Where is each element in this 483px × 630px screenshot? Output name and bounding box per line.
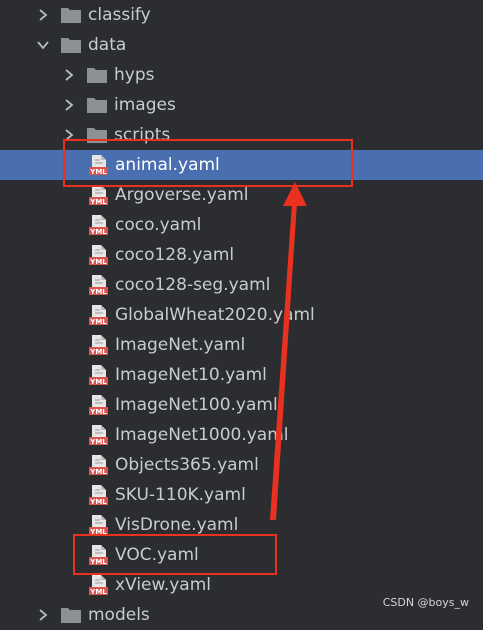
chevron-right-icon[interactable] <box>34 6 52 24</box>
tree-item-label: data <box>88 35 127 55</box>
tree-item-label: ImageNet10.yaml <box>115 365 267 385</box>
tree-item-label: Objects365.yaml <box>115 455 259 475</box>
tree-file-imagenet-yaml[interactable]: YML ImageNet.yaml <box>0 330 483 360</box>
chevron-right-icon[interactable] <box>60 66 78 84</box>
tree-file-imagenet10-yaml[interactable]: YML ImageNet10.yaml <box>0 360 483 390</box>
tree-file-coco-yaml[interactable]: YML coco.yaml <box>0 210 483 240</box>
tree-item-label: SKU-110K.yaml <box>115 485 246 505</box>
tree-item-label: ImageNet100.yaml <box>115 395 278 415</box>
yaml-file-icon: YML <box>88 244 110 266</box>
chevron-right-icon[interactable] <box>34 606 52 624</box>
tree-item-label: images <box>114 95 176 115</box>
yaml-file-icon: YML <box>88 184 110 206</box>
yaml-file-icon: YML <box>88 364 110 386</box>
tree-file-imagenet100-yaml[interactable]: YML ImageNet100.yaml <box>0 390 483 420</box>
tree-item-label: coco128-seg.yaml <box>115 275 271 295</box>
svg-text:YML: YML <box>89 498 107 506</box>
annotation-box-animal <box>63 139 353 187</box>
tree-item-label: ImageNet.yaml <box>115 335 246 355</box>
yaml-file-icon: YML <box>88 454 110 476</box>
yaml-file-icon: YML <box>88 304 110 326</box>
tree-item-label: ImageNet1000.yaml <box>115 425 289 445</box>
svg-text:YML: YML <box>89 348 107 356</box>
folder-icon <box>60 606 82 624</box>
tree-file-globalwheat2020-yaml[interactable]: YML GlobalWheat2020.yaml <box>0 300 483 330</box>
svg-text:YML: YML <box>89 408 107 416</box>
tree-file-imagenet1000-yaml[interactable]: YML ImageNet1000.yaml <box>0 420 483 450</box>
svg-text:YML: YML <box>89 438 107 446</box>
tree-folder-data[interactable]: data <box>0 30 483 60</box>
tree-file-coco128-yaml[interactable]: YML coco128.yaml <box>0 240 483 270</box>
tree-file-coco128-seg-yaml[interactable]: YML coco128-seg.yaml <box>0 270 483 300</box>
watermark: CSDN @boys_w <box>382 596 469 609</box>
svg-text:YML: YML <box>89 228 107 236</box>
tree-folder-images[interactable]: images <box>0 90 483 120</box>
tree-folder-classify[interactable]: classify <box>0 0 483 30</box>
tree-item-label: models <box>88 605 150 625</box>
yaml-file-icon: YML <box>88 484 110 506</box>
svg-text:YML: YML <box>89 258 107 266</box>
yaml-file-icon: YML <box>88 334 110 356</box>
folder-icon <box>86 66 108 84</box>
tree-folder-hyps[interactable]: hyps <box>0 60 483 90</box>
svg-text:YML: YML <box>89 198 107 206</box>
tree-item-label: coco128.yaml <box>115 245 235 265</box>
yaml-file-icon: YML <box>88 214 110 236</box>
svg-text:YML: YML <box>89 288 107 296</box>
yaml-file-icon: YML <box>88 394 110 416</box>
tree-item-label: classify <box>88 5 151 25</box>
folder-icon <box>86 96 108 114</box>
svg-text:YML: YML <box>89 468 107 476</box>
project-tree: classify data hyps images scripts YML animal.y… <box>0 0 483 625</box>
svg-text:YML: YML <box>89 318 107 326</box>
yaml-file-icon: YML <box>88 514 110 536</box>
tree-item-label: coco.yaml <box>115 215 202 235</box>
annotation-box-voc <box>73 534 277 575</box>
chevron-down-icon[interactable] <box>34 36 52 54</box>
yaml-file-icon: YML <box>88 574 110 596</box>
folder-icon <box>60 6 82 24</box>
yaml-file-icon: YML <box>88 424 110 446</box>
svg-text:YML: YML <box>89 588 107 596</box>
yaml-file-icon: YML <box>88 274 110 296</box>
folder-icon <box>60 36 82 54</box>
chevron-right-icon[interactable] <box>60 96 78 114</box>
tree-item-label: hyps <box>114 65 155 85</box>
tree-file-sku-110k-yaml[interactable]: YML SKU-110K.yaml <box>0 480 483 510</box>
tree-item-label: GlobalWheat2020.yaml <box>115 305 315 325</box>
tree-file-objects365-yaml[interactable]: YML Objects365.yaml <box>0 450 483 480</box>
svg-text:YML: YML <box>89 378 107 386</box>
